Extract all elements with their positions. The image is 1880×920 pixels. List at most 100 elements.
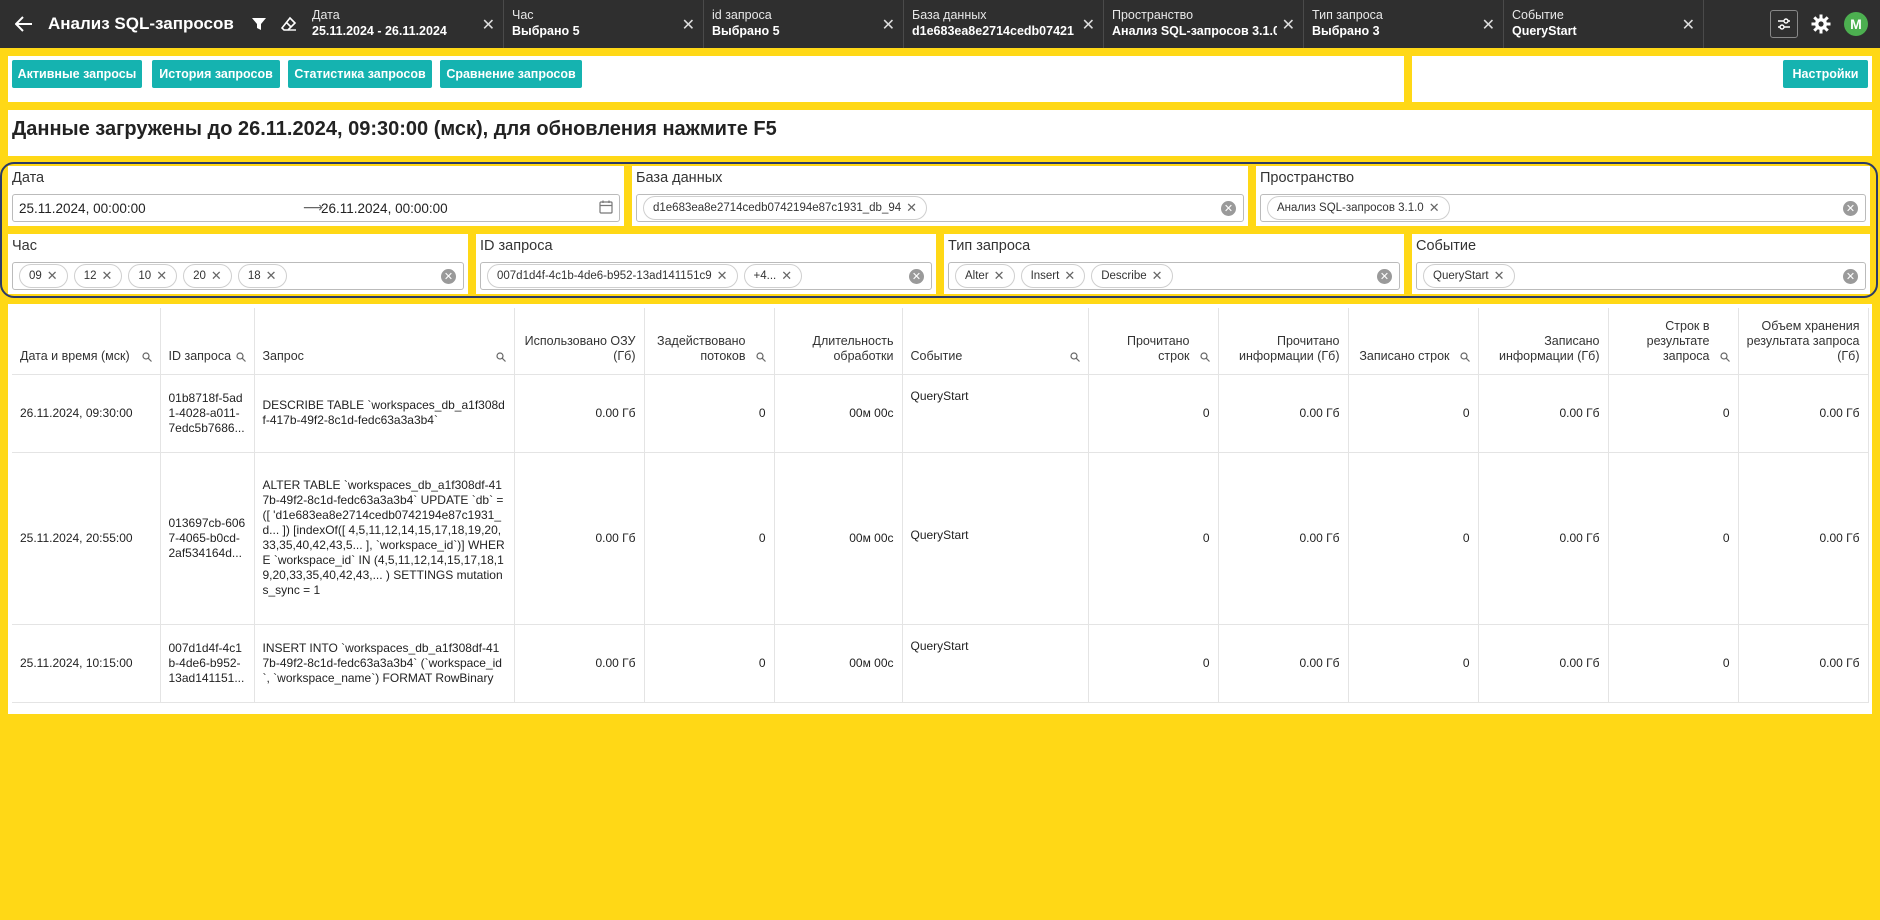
table-row[interactable]: 25.11.2024, 10:15:00 007d1d4f-4c1b-4de6-… (12, 624, 1869, 703)
header-filter-date[interactable]: Дата 25.11.2024 - 26.11.2024 ✕ (304, 0, 504, 48)
cell-duration: 00м 00с (774, 452, 903, 625)
filter-icon[interactable] (244, 0, 274, 48)
column-header[interactable]: Записано строк (1348, 308, 1479, 375)
filter-label: Дата (12, 170, 45, 186)
search-icon[interactable] (1459, 351, 1470, 366)
remove-tag-icon[interactable]: ✕ (1429, 200, 1440, 216)
remove-tag-icon[interactable]: ✕ (1152, 268, 1163, 284)
tag-label: d1e683ea8e2714cedb0742194e87c1931_db_94 (653, 202, 902, 214)
column-header[interactable]: Строк в результате запроса (1608, 308, 1739, 375)
hour-select[interactable]: 09 ✕ 12 ✕ 10 ✕ 20 ✕ 18 ✕ ✕ (12, 262, 464, 290)
clear-icon[interactable]: ✕ (441, 269, 456, 284)
remove-tag-icon[interactable]: ✕ (266, 268, 277, 284)
cell-written-rows: 0 (1348, 374, 1479, 453)
remove-tag-icon[interactable]: ✕ (102, 268, 113, 284)
query-compare-button[interactable]: Сравнение запросов (440, 60, 582, 88)
date-range-input[interactable]: 25.11.2024, 00:00:00 ⟶ 26.11.2024, 00:00… (12, 194, 620, 222)
remove-tag-icon[interactable]: ✕ (781, 268, 792, 284)
close-icon[interactable]: ✕ (1682, 15, 1695, 35)
eraser-icon[interactable] (274, 0, 304, 48)
header-filter-event[interactable]: Событие QueryStart ✕ (1504, 0, 1704, 48)
search-icon[interactable] (755, 351, 766, 366)
query-history-button[interactable]: История запросов (152, 60, 280, 88)
remove-tag-icon[interactable]: ✕ (1494, 268, 1505, 284)
tag-label: 12 (83, 270, 97, 282)
column-header[interactable]: Объем хранения результата запроса (Гб) (1738, 308, 1869, 375)
search-icon[interactable] (1069, 351, 1080, 366)
table-row[interactable]: 25.11.2024, 20:55:00 013697cb-6067-4065-… (12, 452, 1869, 625)
filter-label: Событие (1416, 238, 1477, 254)
query-type-select[interactable]: Alter ✕ Insert ✕ Describe ✕ ✕ (948, 262, 1400, 290)
query-id-select[interactable]: 007d1d4f-4c1b-4de6-b952-13ad141151c9 ✕ +4… (480, 262, 932, 290)
cell-query-id: 013697cb-6067-4065-b0cd-2af534164d... (160, 452, 255, 625)
avatar[interactable]: M (1844, 12, 1868, 36)
remove-tag-icon[interactable]: ✕ (1064, 268, 1075, 284)
header-filter-hour[interactable]: Час Выбрано 5 ✕ (504, 0, 704, 48)
close-icon[interactable]: ✕ (1282, 15, 1295, 35)
header-filter-label: Тип запроса (1312, 8, 1383, 22)
remove-tag-icon[interactable]: ✕ (717, 268, 728, 284)
date-to[interactable]: 26.11.2024, 00:00:00 (321, 201, 448, 216)
cell-result-rows: 0 (1608, 624, 1739, 703)
column-header[interactable]: ID запроса (160, 308, 255, 375)
clear-icon[interactable]: ✕ (1377, 269, 1392, 284)
header-filter-query-id[interactable]: id запроса Выбрано 5 ✕ (704, 0, 904, 48)
cell-event: QueryStart (902, 452, 1089, 625)
database-select[interactable]: d1e683ea8e2714cedb0742194e87c1931_db_94 ✕… (636, 194, 1244, 222)
clear-icon[interactable]: ✕ (1843, 269, 1858, 284)
query-id-filter: ID запроса 007d1d4f-4c1b-4de6-b952-13ad1… (476, 234, 936, 294)
close-icon[interactable]: ✕ (882, 15, 895, 35)
active-queries-button[interactable]: Активные запросы (12, 60, 142, 88)
calendar-icon[interactable] (599, 200, 613, 219)
query-stats-button[interactable]: Статистика запросов (288, 60, 432, 88)
close-icon[interactable]: ✕ (682, 15, 695, 35)
search-icon[interactable] (495, 351, 506, 366)
close-icon[interactable]: ✕ (482, 15, 495, 35)
back-arrow-icon[interactable] (0, 0, 48, 48)
close-icon[interactable]: ✕ (1082, 15, 1095, 35)
column-header[interactable]: Дата и время (мск) (12, 308, 161, 375)
search-icon[interactable] (235, 351, 246, 366)
event-select[interactable]: QueryStart ✕ ✕ (1416, 262, 1866, 290)
column-header[interactable]: Прочитано информации (Гб) (1218, 308, 1349, 375)
cell-written-rows: 0 (1348, 452, 1479, 625)
gear-icon[interactable] (1810, 13, 1832, 35)
clear-icon[interactable]: ✕ (909, 269, 924, 284)
close-icon[interactable]: ✕ (1482, 15, 1495, 35)
space-select[interactable]: Анализ SQL-запросов 3.1.0 ✕ ✕ (1260, 194, 1866, 222)
remove-tag-icon[interactable]: ✕ (211, 268, 222, 284)
filter-tag-more[interactable]: +4... ✕ (743, 264, 803, 288)
sliders-icon[interactable] (1770, 10, 1798, 38)
event-filter: Событие QueryStart ✕ ✕ (1412, 234, 1870, 294)
remove-tag-icon[interactable]: ✕ (994, 268, 1005, 284)
remove-tag-icon[interactable]: ✕ (906, 200, 917, 216)
search-icon[interactable] (141, 351, 152, 366)
column-header[interactable]: Использовано ОЗУ (Гб) (514, 308, 645, 375)
column-header-label: Событие (910, 348, 963, 363)
column-header[interactable]: Прочитано строк (1088, 308, 1219, 375)
remove-tag-icon[interactable]: ✕ (47, 268, 58, 284)
cell-read-rows: 0 (1088, 452, 1219, 625)
cell-written-info: 0.00 Гб (1478, 374, 1609, 453)
column-header[interactable]: Записано информации (Гб) (1478, 308, 1609, 375)
header-filter-query-type[interactable]: Тип запроса Выбрано 3 ✕ (1304, 0, 1504, 48)
header-filter-space[interactable]: Пространство Анализ SQL-запросов 3.1.0 ✕ (1104, 0, 1304, 48)
header-filter-database[interactable]: База данных d1e683ea8e2714cedb07421 ✕ (904, 0, 1104, 48)
filter-label: Тип запроса (948, 238, 1031, 254)
column-header[interactable]: Запрос (254, 308, 515, 375)
header-filter-value: 25.11.2024 - 26.11.2024 (312, 24, 447, 38)
filter-tag: Describe ✕ (1091, 264, 1173, 288)
settings-button[interactable]: Настройки (1783, 60, 1868, 88)
search-icon[interactable] (1199, 351, 1210, 366)
clear-icon[interactable]: ✕ (1843, 201, 1858, 216)
table-row[interactable]: 26.11.2024, 09:30:00 01b8718f-5ad1-4028-… (12, 374, 1869, 453)
header-filter-value: Выбрано 3 (1312, 24, 1380, 38)
search-icon[interactable] (1719, 351, 1730, 366)
column-header[interactable]: Задействовано потоков (644, 308, 775, 375)
remove-tag-icon[interactable]: ✕ (156, 268, 167, 284)
clear-icon[interactable]: ✕ (1221, 201, 1236, 216)
column-header[interactable]: Событие (902, 308, 1089, 375)
column-header[interactable]: Длительность обработки (774, 308, 903, 375)
date-from[interactable]: 25.11.2024, 00:00:00 (19, 201, 146, 216)
cell-datetime: 25.11.2024, 20:55:00 (12, 452, 161, 625)
